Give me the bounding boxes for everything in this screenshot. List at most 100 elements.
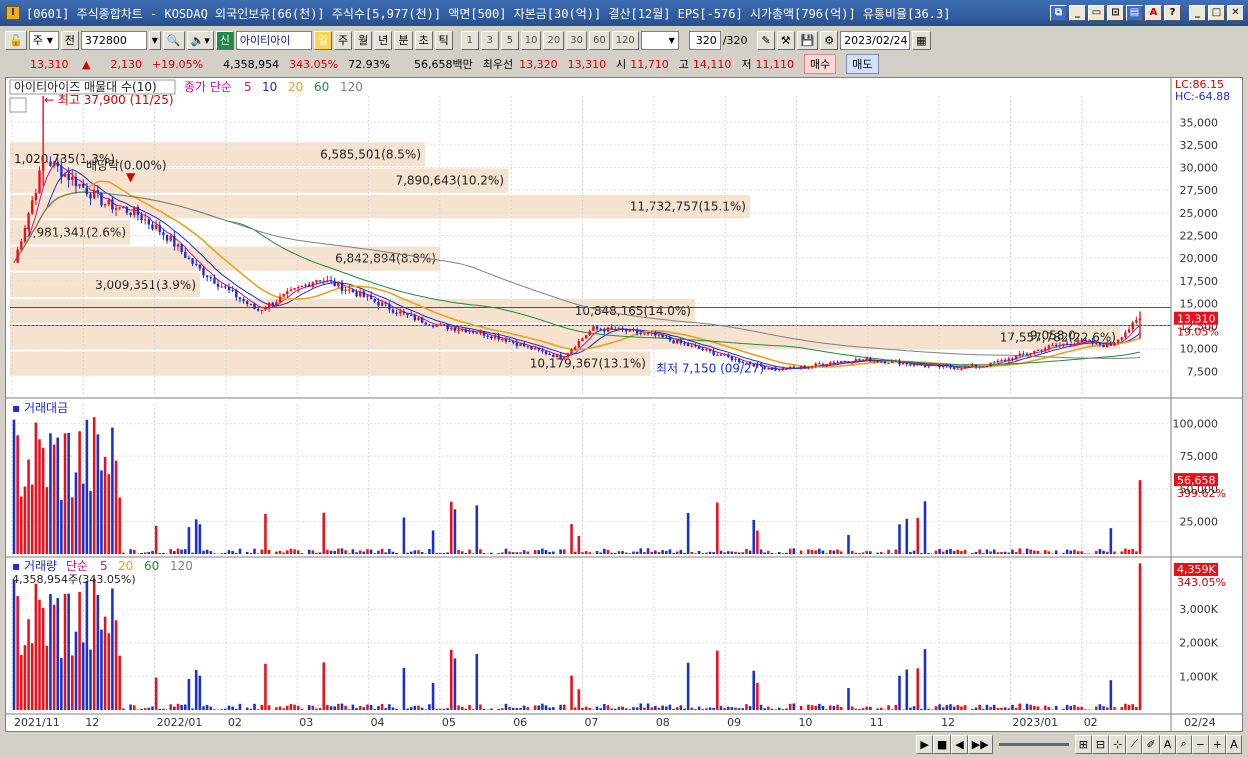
gear-icon[interactable]: ⚙ (820, 30, 839, 50)
candle-body (657, 334, 661, 336)
fast-forward-button[interactable]: ▶▶ (967, 734, 993, 754)
chart-area[interactable]: 6,585,501(8.5%) 7,890,643(10.2%) 11,732,75… (5, 77, 1243, 732)
interval-10-button[interactable]: 10 (520, 30, 542, 50)
pin-icon[interactable]: ⊡ (1107, 5, 1124, 21)
volume-bar (450, 649, 453, 710)
period-month-button[interactable]: 월 (354, 30, 373, 50)
stock-name-field[interactable]: 아이티아이 (235, 30, 312, 50)
volume-bar (413, 705, 417, 710)
tool-icon[interactable]: ⚒ (776, 30, 795, 50)
period-week-button[interactable]: 주 (334, 30, 353, 50)
minimize-small-icon[interactable]: _ (1069, 5, 1086, 21)
back-button[interactable]: ◀ (951, 734, 968, 754)
period-second-button[interactable]: 초 (414, 30, 433, 50)
plus-icon[interactable]: + (1208, 734, 1226, 754)
close-button[interactable]: ✕ (1227, 5, 1244, 21)
volume-bar (1094, 706, 1098, 710)
candle-body (643, 332, 646, 334)
interval-60-button[interactable]: 60 (588, 30, 610, 50)
interval-1-button[interactable]: 1 (460, 30, 479, 50)
main-toolbar: 🔓 주 ▼ 전 372800 ▼ 🔍 🔈▾ 신 아이티아이 일 주 월 년 분 초… (0, 28, 1248, 52)
interval-5-button[interactable]: 5 (500, 30, 519, 50)
volume-bar (16, 595, 19, 710)
layout-icon[interactable]: ▤ (1126, 5, 1143, 21)
save-icon[interactable]: 💾 (796, 30, 819, 50)
chart-tool-icon[interactable]: ✎ (757, 30, 775, 50)
interval-20-button[interactable]: 20 (543, 30, 565, 50)
prev-button[interactable]: 전 (60, 30, 79, 50)
zoom-in-icon[interactable]: ⊞ (1074, 734, 1092, 754)
candle-body (515, 342, 519, 346)
price-tick-label: 10,000 (1180, 343, 1219, 356)
custom-interval-select[interactable]: ▼ (640, 30, 679, 50)
volume-bar (668, 704, 672, 710)
period-select[interactable]: 주 ▼ (28, 30, 59, 50)
amount-bar (887, 549, 890, 554)
amount-bar (504, 548, 508, 554)
interval-120-button[interactable]: 120 (611, 30, 639, 50)
magnify-icon[interactable]: ⌕ (1175, 734, 1192, 754)
minus-icon[interactable]: − (1191, 734, 1209, 754)
amount-bar (391, 551, 395, 554)
search-icon[interactable]: 🔍 (162, 30, 185, 50)
draw-icon[interactable]: ✐ (1142, 734, 1160, 754)
volume-bar (603, 703, 606, 710)
volume-bar (158, 708, 162, 710)
speaker-icon[interactable]: 🔈▾ (186, 30, 214, 50)
candle-body (154, 225, 158, 230)
amount-bar (60, 500, 63, 554)
calendar-icon[interactable]: ▦ (912, 30, 931, 50)
amount-bar (482, 553, 486, 554)
maximize-button[interactable]: □ (1208, 5, 1225, 21)
new-stock-button[interactable]: 신 (215, 30, 234, 50)
volume-current-tag-text: 4,359K (1177, 563, 1216, 576)
amount-bar (1076, 551, 1080, 554)
amount-bar (552, 551, 555, 554)
zoom-out-icon[interactable]: ⊟ (1091, 734, 1110, 754)
buy-button[interactable]: 매수 (804, 54, 837, 74)
volume-bar (384, 708, 387, 710)
period-year-button[interactable]: 년 (374, 30, 393, 50)
font-size-icon[interactable]: A (1226, 734, 1242, 754)
period-day-button[interactable]: 일 (313, 30, 332, 50)
text-tool-icon[interactable]: A (1159, 734, 1176, 754)
candle-body (71, 177, 74, 181)
font-icon[interactable]: A (1145, 5, 1162, 21)
amount-bar (697, 550, 701, 554)
volume-bar (81, 642, 85, 710)
interval-30-button[interactable]: 30 (566, 30, 587, 50)
period-tick-button[interactable]: 틱 (434, 30, 453, 50)
code-dropdown[interactable]: ▼ (148, 30, 161, 50)
volume-bar (730, 707, 734, 710)
stop-button[interactable]: ■ (932, 734, 952, 754)
app-icon: I (6, 6, 20, 20)
candle-body (92, 190, 96, 199)
interval-3-button[interactable]: 3 (480, 30, 499, 50)
count-input[interactable]: 320 (688, 30, 721, 50)
restore-small-icon[interactable]: ▭ (1088, 5, 1105, 21)
candle-body (708, 349, 712, 352)
crosshair-icon[interactable]: ⊹ (1109, 734, 1127, 754)
link-icon[interactable]: ⧉ (1050, 5, 1067, 21)
code-input[interactable]: 372800 (80, 30, 147, 50)
volume-bar (187, 679, 191, 710)
volume-bar (366, 704, 369, 710)
sell-button[interactable]: 매도 (846, 54, 879, 74)
minimize-button[interactable]: _ (1189, 5, 1206, 21)
amount-bar (311, 550, 315, 554)
zoom-slider[interactable] (998, 742, 1069, 746)
trendline-icon[interactable]: ⟋ (1126, 734, 1143, 754)
play-button[interactable]: ▶ (916, 734, 933, 754)
lock-icon[interactable]: 🔓 (5, 30, 27, 50)
stock-chart[interactable]: 6,585,501(8.5%) 7,890,643(10.2%) 11,732,75… (6, 78, 1242, 731)
volume-bar (238, 703, 242, 710)
volume-bar (264, 663, 267, 710)
period-minute-button[interactable]: 분 (394, 30, 413, 50)
candle-body (912, 364, 916, 366)
volume-bar (1105, 707, 1109, 710)
help-icon[interactable]: ? (1164, 5, 1181, 21)
amount-current-tag-text: 56,658 (1177, 474, 1216, 487)
amount-bar (326, 549, 329, 554)
date-tick-label: 2023/01 (1012, 716, 1058, 729)
date-input[interactable]: 2023/02/24 (840, 30, 911, 50)
